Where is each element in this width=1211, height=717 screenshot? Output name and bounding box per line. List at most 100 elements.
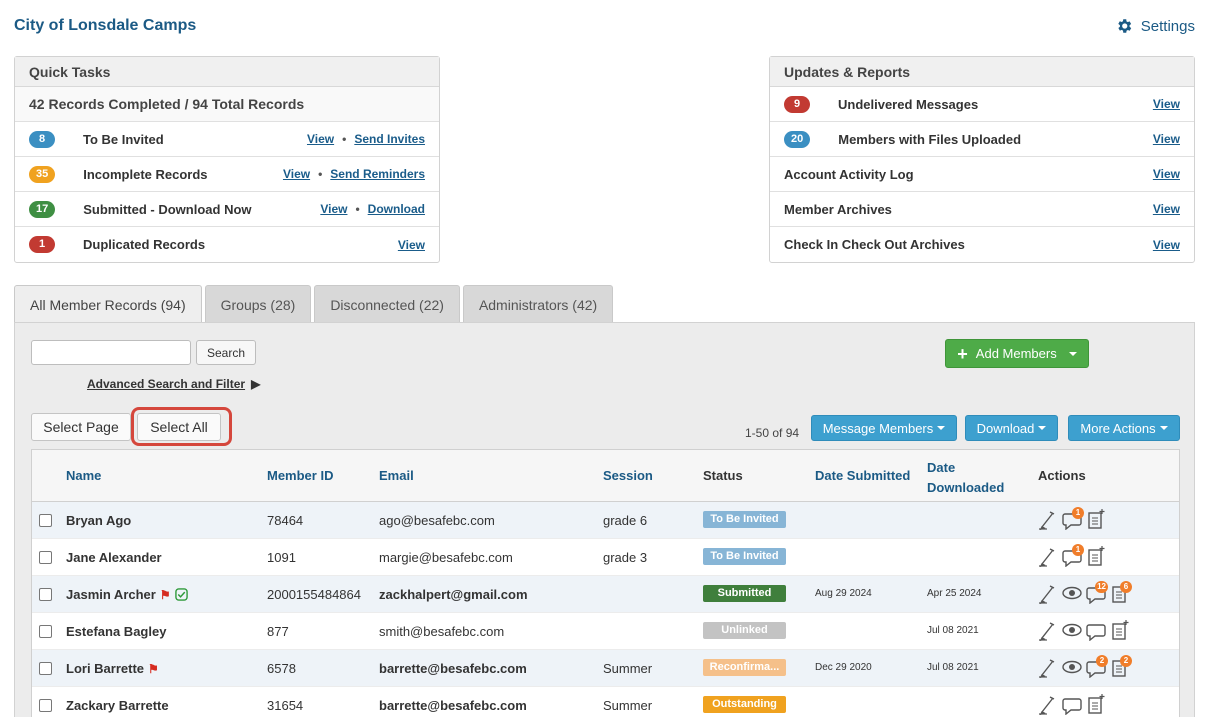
view-link[interactable]: View [1153,202,1180,216]
row-actions: 22 [1038,655,1132,679]
tab-administrators[interactable]: Administrators (42) [462,285,614,323]
tab-all-member-records[interactable]: All Member Records (94) [14,285,202,324]
message-icon[interactable] [1062,693,1082,716]
session-cell: grade 3 [603,550,648,565]
results-count: 1-50 of 94 [745,426,800,440]
view-link[interactable]: View [398,238,425,252]
view-link[interactable]: View [1153,167,1180,181]
view-link[interactable]: View [1153,132,1180,146]
row-checkbox[interactable] [39,588,52,601]
edit-icon[interactable] [1038,582,1058,605]
count-badge: 17 [29,200,56,218]
col-session[interactable]: Session [603,468,653,483]
view-link[interactable]: View [1153,97,1180,111]
message-members-button[interactable]: Message Members [811,415,957,441]
send-reminders-link[interactable]: Send Reminders [330,167,425,181]
col-date-submitted[interactable]: Date Submitted [815,468,910,483]
download-link[interactable]: Download [368,202,425,216]
message-icon[interactable]: 1 [1062,507,1084,531]
message-icon[interactable] [1086,619,1106,642]
name-cell: Jasmin Archer ⚑ [66,587,188,602]
download-button[interactable]: Download [965,415,1058,441]
file-icon[interactable]: 2 [1110,655,1132,678]
row-checkbox[interactable] [39,514,52,527]
message-icon[interactable]: 12 [1086,581,1108,605]
file-icon[interactable] [1086,693,1106,715]
member-id-cell: 6578 [267,661,296,676]
settings-link[interactable]: Settings [1115,17,1195,35]
advanced-search-link[interactable]: Advanced Search and Filter ▶ [87,377,260,391]
highlight-ring [131,407,232,446]
quick-tasks-panel: Quick Tasks 42 Records Completed / 94 To… [14,56,440,263]
member-name[interactable]: Jasmin Archer [66,587,156,602]
row-checkbox[interactable] [39,625,52,638]
date-downloaded-cell: Apr 25 2024 [927,588,982,599]
col-member-id[interactable]: Member ID [267,468,333,483]
member-name[interactable]: Jane Alexander [66,550,162,565]
name-cell: Jane Alexander [66,550,162,565]
add-members-button[interactable]: + Add Members [945,339,1089,368]
row-checkbox[interactable] [39,551,52,564]
row-checkbox[interactable] [39,699,52,712]
edit-icon[interactable] [1038,508,1058,531]
separator-dot: • [318,167,323,181]
file-icon[interactable] [1110,619,1130,641]
col-status: Status [703,468,743,483]
col-name[interactable]: Name [66,468,101,483]
search-button[interactable]: Search [196,340,256,365]
file-icon[interactable] [1086,508,1106,530]
col-date-downloaded[interactable]: Date Downloaded [927,458,1004,498]
view-link[interactable]: View [320,202,347,216]
more-actions-label: More Actions [1080,420,1156,436]
more-actions-button[interactable]: More Actions [1068,415,1180,441]
search-input[interactable] [31,340,191,365]
tab-groups[interactable]: Groups (28) [204,285,312,323]
table-row[interactable]: Lori Barrette ⚑ 6578 barrette@besafebc.com S… [32,650,1179,687]
separator-dot: • [342,132,347,146]
table-row[interactable]: Zackary Barrette 31654 barrette@besafebc.c… [32,687,1179,717]
col-email[interactable]: Email [379,468,414,483]
view-icon[interactable] [1062,582,1082,604]
view-link[interactable]: View [1153,238,1180,252]
status-badge: Outstanding [703,696,786,713]
count-badge: 1 [29,236,55,253]
table-row[interactable]: Bryan Ago 78464 ago@besafebc.com grade 6 To … [32,502,1179,539]
email-cell: barrette@besafebc.com [379,661,527,676]
count-badge: 8 [29,130,55,148]
update-row: 20 Members with Files Uploaded View [770,122,1194,157]
row-checkbox[interactable] [39,662,52,675]
view-link[interactable]: View [283,167,310,181]
edit-icon[interactable] [1038,693,1058,716]
quick-task-label: Incomplete Records [83,166,208,182]
select-page-button[interactable]: Select Page [31,413,131,441]
file-icon[interactable] [1086,545,1106,567]
message-icon[interactable]: 1 [1062,544,1084,568]
edit-icon[interactable] [1038,545,1058,568]
file-icon[interactable]: 6 [1110,581,1132,604]
tab-disconnected[interactable]: Disconnected (22) [314,285,460,323]
date-submitted-cell: Dec 29 2020 [815,662,872,673]
email-cell: barrette@besafebc.com [379,698,527,713]
send-invites-link[interactable]: Send Invites [354,132,425,146]
table-row[interactable]: Estefana Bagley 877 smith@besafebc.com Unli… [32,613,1179,650]
table-row[interactable]: Jane Alexander 1091 margie@besafebc.com gra… [32,539,1179,576]
table-row[interactable]: Jasmin Archer ⚑ 2000155484864 zackhalpert@g… [32,576,1179,613]
member-name[interactable]: Bryan Ago [66,513,131,528]
update-row: Account Activity Log View [770,157,1194,192]
member-name[interactable]: Lori Barrette [66,661,144,676]
member-id-cell: 78464 [267,513,304,528]
view-link[interactable]: View [307,132,334,146]
view-icon[interactable] [1062,619,1082,641]
member-name[interactable]: Zackary Barrette [66,698,169,713]
edit-icon[interactable] [1038,656,1058,679]
session-cell: Summer [603,698,653,713]
edit-icon[interactable] [1038,619,1058,642]
date-submitted-cell: Aug 29 2024 [815,588,872,599]
view-icon[interactable] [1062,656,1082,678]
member-name[interactable]: Estefana Bagley [66,624,166,639]
update-label: Account Activity Log [784,166,914,182]
update-row: Member Archives View [770,192,1194,227]
message-badge: 2 [1096,655,1108,667]
count-badge: 20 [784,130,811,148]
message-icon[interactable]: 2 [1086,655,1108,679]
